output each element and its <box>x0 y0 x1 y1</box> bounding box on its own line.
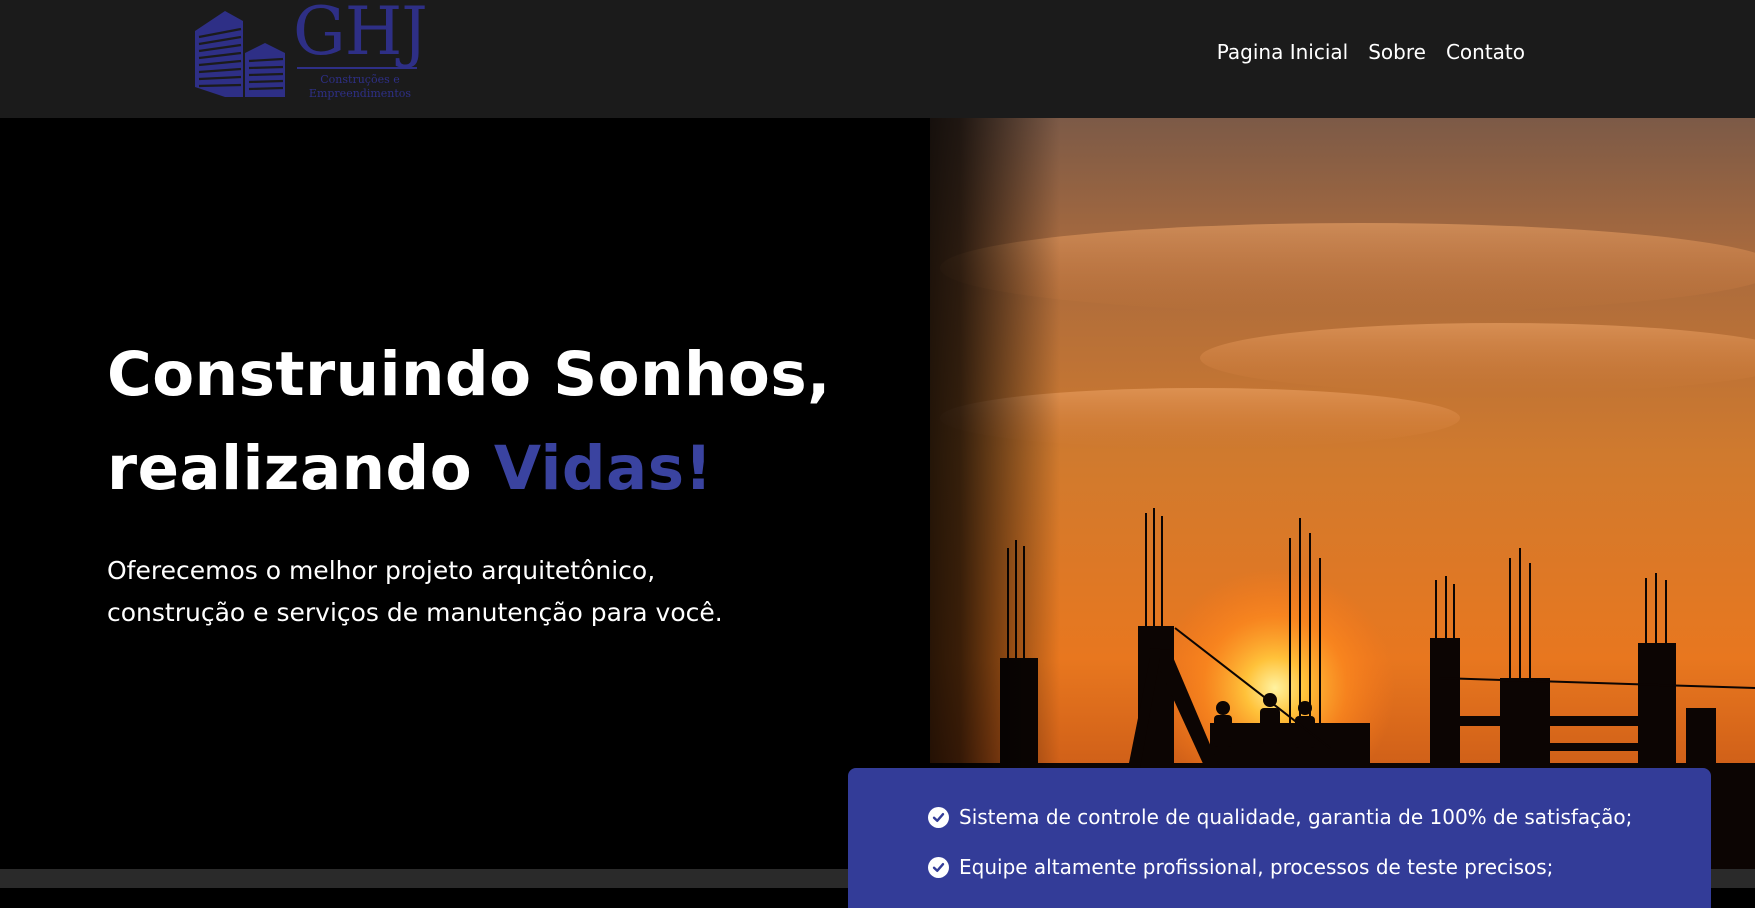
nav-item-sobre[interactable]: Sobre <box>1368 40 1426 64</box>
feature-item: Equipe altamente profissional, processos… <box>928 842 1711 892</box>
nav-item-pagina-inicial[interactable]: Pagina Inicial <box>1217 40 1348 64</box>
feature-text: Equipe altamente profissional, processos… <box>959 855 1554 879</box>
feature-text: Sistema de controle de qualidade, garant… <box>959 805 1633 829</box>
nav-item-contato[interactable]: Contato <box>1446 40 1525 64</box>
feature-item: Sistema de controle de qualidade, garant… <box>928 792 1711 842</box>
hero-subtitle: Oferecemos o melhor projeto arquitetônic… <box>107 550 867 634</box>
logo-subtitle-line1: Construções e <box>320 73 400 86</box>
site-header: GHJ Construções e Empreendimentos Pagina… <box>0 0 1755 118</box>
hero-title: Construindo Sonhos, realizando Vidas! <box>107 328 831 516</box>
hero-subtitle-line2: construção e serviços de manutenção para… <box>107 598 723 627</box>
features-card: Sistema de controle de qualidade, garant… <box>848 768 1711 908</box>
hero-title-line2-prefix: realizando <box>107 433 494 504</box>
hero-title-accent: Vidas! <box>493 433 713 504</box>
logo-wordmark: GHJ <box>293 0 428 70</box>
check-circle-icon <box>928 806 949 828</box>
hero-title-line1: Construindo Sonhos, <box>107 339 831 410</box>
hero-section: Construindo Sonhos, realizando Vidas! Of… <box>0 118 1755 869</box>
buildings-icon <box>195 11 285 97</box>
logo-subtitle-line2: Empreendimentos <box>308 86 412 100</box>
check-circle-icon <box>928 856 949 878</box>
hero-subtitle-line1: Oferecemos o melhor projeto arquitetônic… <box>107 556 656 585</box>
company-logo[interactable]: GHJ Construções e Empreendimentos <box>195 0 445 105</box>
logo-subtitle: Construções e Empreendimentos <box>295 73 425 101</box>
main-nav: Pagina Inicial Sobre Contato <box>1217 40 1525 64</box>
logo-divider <box>297 67 417 69</box>
